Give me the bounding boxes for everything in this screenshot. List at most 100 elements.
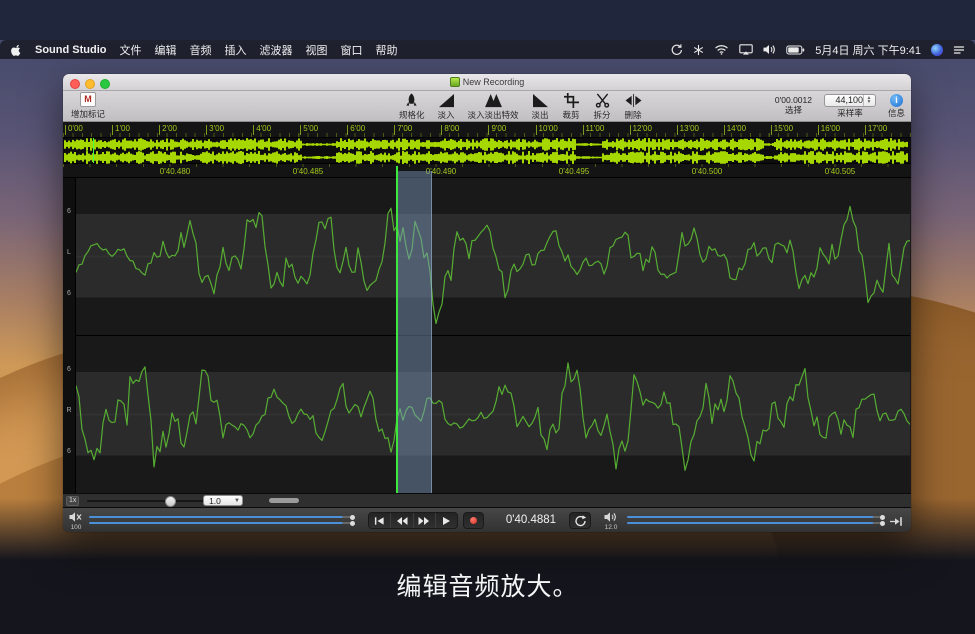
timeline-tick: 6'00 [350,124,365,133]
sample-rate-control: 44,100 ▲▼ 采样率 [824,94,876,119]
menu-item[interactable]: 帮助 [375,42,397,58]
db-label: 6 [63,208,75,215]
menu-item[interactable]: 插入 [224,42,246,58]
right-volume-slider-b[interactable] [627,522,883,524]
right-channel-label: R [63,407,75,414]
loop-button[interactable] [569,512,591,529]
tool-crop[interactable]: 裁剪 [556,91,587,122]
timeline-tick: 11'00 [586,124,605,133]
stepper-arrows-icon: ▲▼ [863,95,874,106]
menu-item[interactable]: 滤波器 [259,42,292,58]
go-to-end-icon[interactable] [889,514,903,532]
split-icon [593,92,612,108]
timeline-tick: 13'00 [680,124,699,133]
db-label: 6 [63,366,75,373]
tool-fade-in[interactable]: 淡入 [431,91,462,122]
sync-icon[interactable] [670,43,683,56]
selection-label: 选择 [775,106,812,116]
zoom-bar: 1x 1.0▼ [63,493,911,507]
window-titlebar[interactable]: New Recording [63,74,911,91]
selection-region[interactable] [397,171,432,493]
playhead[interactable] [396,166,398,493]
menu-item[interactable]: 音频 [189,42,211,58]
delete-icon [624,92,643,108]
normalize-icon [402,92,421,108]
fast-forward-button[interactable] [414,513,436,528]
document-icon [450,77,460,87]
menu-item[interactable]: 编辑 [154,42,176,58]
muted-speaker-icon[interactable] [68,511,84,523]
left-volume-slider-b[interactable] [89,522,353,524]
waveform-editor: 6 L 6 6 R 6 [63,178,911,493]
timeline-tick: 1'00 [115,124,130,133]
volume-icon[interactable] [763,43,776,56]
minimize-button[interactable] [85,79,95,89]
crop-icon [562,92,581,108]
zoomed-ruler-tick: 0'40.500 [692,167,722,176]
screen-mirroring-icon[interactable] [739,43,753,56]
tool-fade-in-out-effect[interactable]: 淡入淡出特效 [462,91,525,122]
time-display: 0'40.4881 [491,508,571,532]
menubar-clock[interactable]: 5月4日 周六 下午9:41 [815,42,921,58]
right-channel[interactable] [76,336,910,493]
left-channel[interactable] [76,178,910,335]
app-menu-title[interactable]: Sound Studio [35,44,106,56]
window-title: New Recording [450,77,525,87]
zoomed-ruler[interactable]: 0'40.4800'40.4850'40.4900'40.4950'40.500… [63,164,911,178]
close-button[interactable] [70,79,80,89]
right-volume-slider-a[interactable] [627,516,883,518]
transport-buttons [368,512,458,529]
menu-items: 文件编辑音频插入滤波器视图窗口帮助 [119,42,397,58]
left-channel-label: L [63,249,75,256]
info-button[interactable]: i [890,94,903,107]
go-to-start-button[interactable] [369,513,391,528]
info-label: 信息 [888,107,905,119]
tool-normalize[interactable]: 规格化 [393,91,431,122]
fan-icon[interactable] [693,43,704,56]
waveform-canvas[interactable] [76,178,910,493]
zoom-slider[interactable] [87,500,217,502]
speaker-icon[interactable] [603,511,619,523]
menu-item[interactable]: 窗口 [340,42,362,58]
record-icon [470,517,477,524]
zoom-button[interactable] [100,79,110,89]
db-label: 6 [63,448,75,455]
toolbar: M 增加标记 规格化淡入淡入淡出特效淡出裁剪拆分删除 0'00.0012 选择 … [63,91,911,122]
timeline-tick: 5'00 [303,124,318,133]
rewind-button[interactable] [391,513,413,528]
wifi-icon[interactable] [714,43,729,56]
notification-center-icon[interactable] [953,43,965,56]
horizontal-scrollbar[interactable] [269,498,299,503]
apple-menu-icon[interactable] [10,43,22,56]
overview-playhead[interactable] [93,138,94,163]
timeline-tick: 0'00 [68,124,83,133]
sample-rate-dropdown[interactable]: 44,100 ▲▼ [824,94,876,107]
play-button[interactable] [436,513,457,528]
timeline-tick: 8'00 [444,124,459,133]
zoomed-ruler-tick: 0'40.485 [293,167,323,176]
add-marker-button[interactable]: M 增加标记 [71,92,105,120]
zoom-slider-thumb[interactable] [165,496,176,507]
tool-buttons: 规格化淡入淡入淡出特效淡出裁剪拆分删除 [393,91,649,121]
tool-fade-out[interactable]: 淡出 [525,91,556,122]
siri-icon[interactable] [931,44,943,56]
menu-item[interactable]: 文件 [119,42,141,58]
timeline-ruler[interactable]: 0'001'002'003'004'005'006'007'008'009'00… [63,122,911,138]
timeline-tick: 16'00 [821,124,840,133]
timeline-tick: 10'00 [539,124,558,133]
timeline-tick: 3'00 [209,124,224,133]
menu-item[interactable]: 视图 [305,42,327,58]
fade-in-icon [437,92,456,108]
selection-readout: 0'00.0012 选择 [775,96,812,116]
overview-waveform[interactable] [63,138,911,164]
scale-chip[interactable]: 1x [66,496,79,506]
sample-rate-label: 采样率 [824,107,876,119]
zoom-level-dropdown[interactable]: 1.0▼ [203,495,243,506]
traffic-lights [70,79,110,89]
zoomed-ruler-tick: 0'40.495 [559,167,589,176]
tool-delete[interactable]: 删除 [618,91,649,122]
tool-split[interactable]: 拆分 [587,91,618,122]
channel-gutter: 6 L 6 6 R 6 [63,178,76,493]
left-volume-slider-a[interactable] [89,516,353,518]
record-button[interactable] [463,512,484,529]
